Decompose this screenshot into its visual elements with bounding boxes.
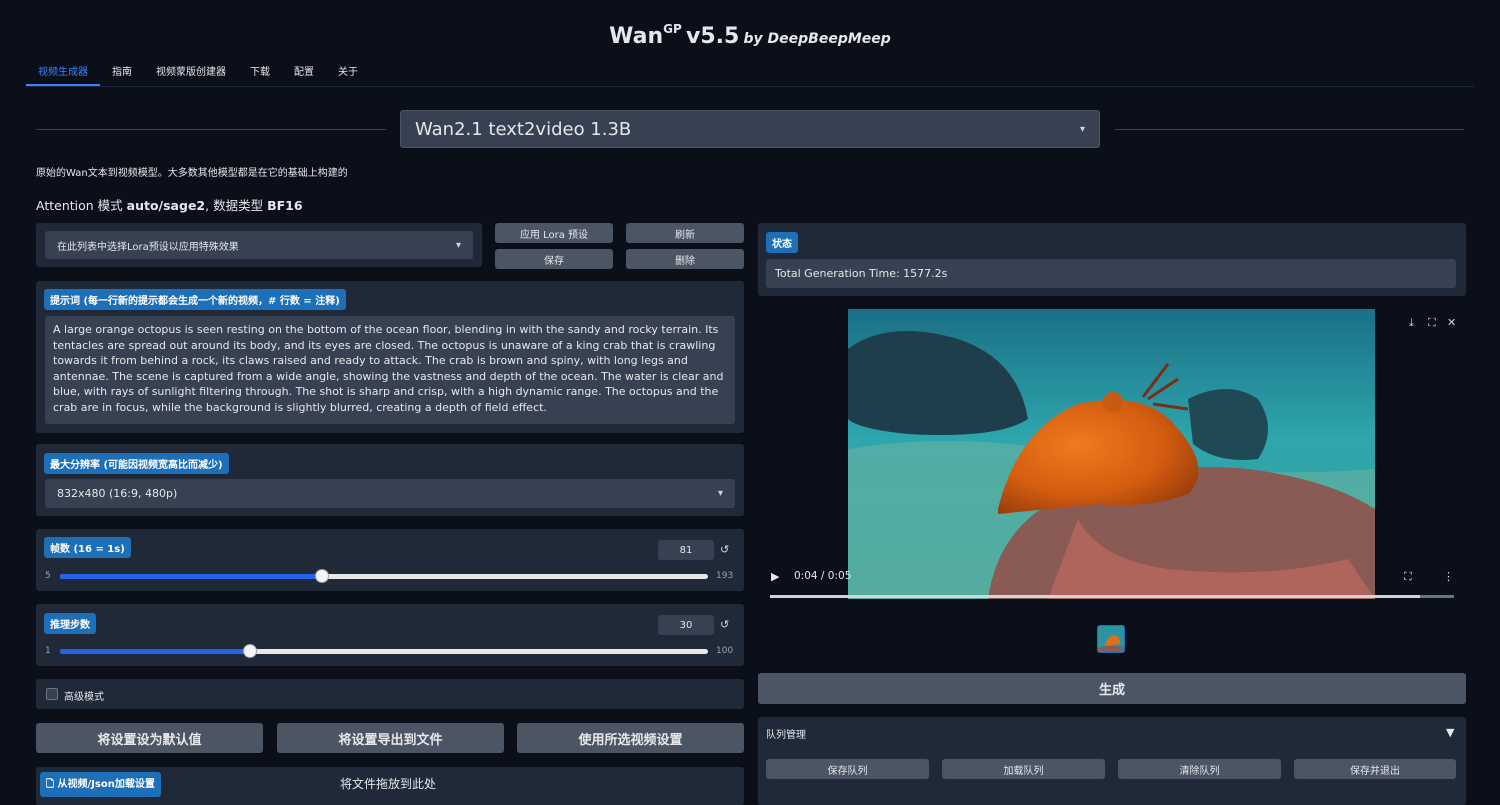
frames-number-input[interactable]: 81 [658, 540, 714, 560]
frames-panel [36, 529, 744, 591]
status-textbox: Total Generation Time: 1577.2s [766, 259, 1456, 288]
app-title: WanGP v5.5 by DeepBeepMeep [0, 22, 1500, 49]
attention-mid: , 数据类型 [205, 198, 264, 213]
resolution-value: 832x480 (16:9, 480p) [57, 487, 178, 500]
steps-min: 1 [45, 646, 51, 656]
save-queue-button[interactable]: 保存队列 [766, 759, 929, 779]
file-icon: 🗋 [46, 779, 55, 790]
frames-slider-fill [60, 574, 322, 579]
attention-prefix: Attention 模式 [36, 198, 123, 213]
advanced-panel [36, 679, 744, 709]
steps-panel [36, 604, 744, 666]
tab-mask-creator[interactable]: 视频蒙版创建器 [144, 64, 238, 86]
frames-min: 5 [45, 571, 51, 581]
load-settings-label-text: 从视频/Json加载设置 [57, 779, 155, 790]
main-tabs: 视频生成器 指南 视频蒙版创建器 下载 配置 关于 [26, 64, 370, 86]
export-settings-button[interactable]: 将设置导出到文件 [277, 723, 504, 753]
use-selected-video-settings-button[interactable]: 使用所选视频设置 [517, 723, 744, 753]
divider-left [36, 129, 386, 130]
model-description: 原始的Wan文本到视频模型。大多数其他模型都是在它的基础上构建的 [36, 168, 348, 179]
file-drop-zone[interactable]: 将文件拖放到此处 [340, 775, 436, 792]
tab-downloads[interactable]: 下载 [238, 64, 282, 86]
video-progress-bar[interactable] [770, 595, 1454, 598]
chevron-down-icon: ▾ [455, 239, 461, 251]
frames-max: 193 [716, 571, 734, 581]
refresh-button[interactable]: 刷新 [626, 223, 744, 243]
resolution-dropdown[interactable]: 832x480 (16:9, 480p) ▾ [45, 479, 735, 508]
prompt-label: 提示词 (每一行新的提示都会生成一个新的视频，# 行数 = 注释) [44, 289, 346, 310]
collapse-icon[interactable]: ▼ [1446, 726, 1454, 739]
divider-right [1115, 129, 1464, 130]
model-dropdown[interactable]: Wan2.1 text2video 1.3B ▾ [400, 110, 1100, 148]
tab-video-generator[interactable]: 视频生成器 [26, 64, 100, 86]
steps-slider-thumb[interactable] [242, 644, 257, 658]
frames-slider[interactable] [60, 574, 708, 579]
title-by: by DeepBeepMeep [743, 31, 891, 47]
advanced-mode-checkbox[interactable] [46, 688, 58, 700]
status-value: Total Generation Time: 1577.2s [775, 267, 948, 280]
load-settings-label: 🗋 从视频/Json加载设置 [40, 772, 161, 797]
lora-preset-placeholder: 在此列表中选择Lora预设以应用特殊效果 [57, 241, 239, 253]
tab-about[interactable]: 关于 [326, 64, 370, 86]
load-queue-button[interactable]: 加载队列 [942, 759, 1105, 779]
queue-label: 队列管理 [766, 730, 806, 741]
steps-number-input[interactable]: 30 [658, 615, 714, 635]
chevron-down-icon: ▾ [717, 488, 723, 499]
set-default-button[interactable]: 将设置设为默认值 [36, 723, 263, 753]
download-icon[interactable]: ⤓ [1409, 316, 1414, 330]
close-icon[interactable]: ✕ [1447, 316, 1456, 329]
gallery-thumbnail[interactable] [1097, 625, 1125, 653]
tab-guide[interactable]: 指南 [100, 64, 144, 86]
attention-dtype: BF16 [267, 198, 303, 213]
advanced-mode-label: 高级模式 [64, 692, 104, 703]
model-selected: Wan2.1 text2video 1.3B [415, 118, 632, 140]
video-frame [848, 309, 1375, 599]
steps-slider[interactable] [60, 649, 708, 654]
save-lora-button[interactable]: 保存 [495, 249, 613, 269]
play-icon[interactable]: ▶ [771, 570, 779, 583]
attention-info: Attention 模式 auto/sage2, 数据类型 BF16 [36, 195, 303, 214]
chevron-down-icon: ▾ [1079, 123, 1085, 135]
status-label: 状态 [766, 232, 798, 253]
resolution-label: 最大分辨率 (可能因视频宽高比而减少) [44, 453, 229, 474]
steps-max: 100 [716, 646, 734, 656]
tabs-divider [26, 86, 1474, 87]
save-and-exit-button[interactable]: 保存并退出 [1294, 759, 1456, 779]
lora-preset-dropdown[interactable]: 在此列表中选择Lora预设以应用特殊效果 ▾ [45, 231, 473, 259]
title-main: Wan [609, 24, 664, 49]
reset-icon[interactable]: ↺ [720, 543, 729, 556]
steps-slider-fill [60, 649, 250, 654]
video-progress-played [770, 595, 1420, 598]
frames-label: 帧数 (16 = 1s) [44, 537, 131, 558]
reset-icon[interactable]: ↺ [720, 618, 729, 631]
menu-icon[interactable]: ⋮ [1443, 570, 1454, 583]
title-sup: GP [663, 22, 682, 36]
video-scene [848, 309, 1375, 599]
frames-slider-thumb[interactable] [314, 569, 329, 583]
fullscreen-icon[interactable]: ⛶ [1404, 570, 1412, 584]
delete-lora-button[interactable]: 删除 [626, 249, 744, 269]
thumbnail-image [1098, 626, 1124, 652]
apply-lora-button[interactable]: 应用 Lora 预设 [495, 223, 613, 243]
clear-queue-button[interactable]: 清除队列 [1118, 759, 1281, 779]
title-version: v5.5 [686, 24, 740, 49]
attention-mode: auto/sage2 [126, 198, 206, 213]
prompt-text: A large orange octopus is seen resting o… [53, 323, 724, 414]
steps-label: 推理步数 [44, 613, 96, 634]
tab-config[interactable]: 配置 [282, 64, 326, 86]
fullscreen-icon[interactable]: ⛶ [1428, 316, 1436, 330]
video-player[interactable]: ⤓ ⛶ ✕ ▶ 0:04 / 0:05 ⛶ ⋮ [758, 309, 1466, 613]
generate-button[interactable]: 生成 [758, 673, 1466, 704]
video-time: 0:04 / 0:05 [794, 570, 852, 582]
